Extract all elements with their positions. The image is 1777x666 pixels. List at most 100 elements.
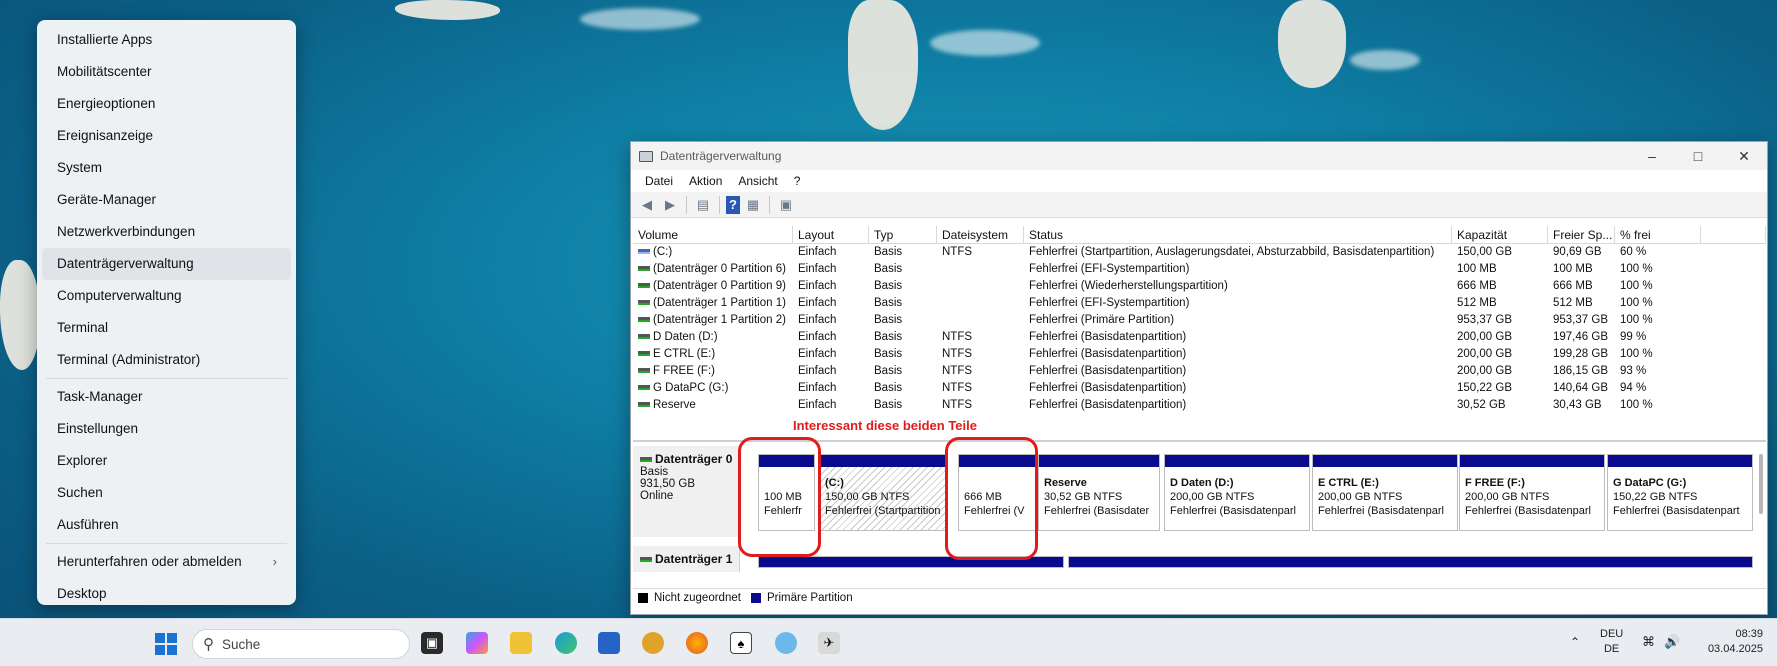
table-row[interactable]: D Daten (D:) Einfach Basis NTFS Fehlerfrei (…: [633, 329, 1766, 346]
cell-capacity: 100 MB: [1457, 263, 1497, 275]
disk0-info[interactable]: Datenträger 0 Basis 931,50 GB Online: [633, 446, 740, 537]
column-header-type[interactable]: Typ: [869, 226, 937, 243]
menu-item-system[interactable]: System: [42, 152, 291, 184]
column-header-filesystem[interactable]: Dateisystem: [937, 226, 1024, 243]
menu-help[interactable]: ?: [786, 170, 809, 192]
maximize-icon[interactable]: □: [1675, 142, 1721, 170]
menu-item-terminal-admin[interactable]: Terminal (Administrator): [42, 344, 291, 376]
table-row[interactable]: (Datenträger 0 Partition 6) Einfach Basis F…: [633, 261, 1766, 278]
disk1-info[interactable]: Datenträger 1: [633, 546, 740, 572]
cell-volume: D Daten (D:): [633, 329, 793, 346]
menu-item-run[interactable]: Ausführen: [42, 509, 291, 541]
column-header-layout[interactable]: Layout: [793, 226, 869, 243]
title-bar[interactable]: Datenträgerverwaltung – □ ✕: [631, 142, 1767, 170]
partition-reserve[interactable]: Reserve 30,52 GB NTFS Fehlerfrei (Basisd…: [1038, 454, 1160, 531]
menu-item-computer-management[interactable]: Computerverwaltung: [42, 280, 291, 312]
menu-item-settings[interactable]: Einstellungen: [42, 413, 291, 445]
graph-scrollbar[interactable]: [1759, 454, 1763, 514]
store-icon[interactable]: [598, 632, 620, 654]
close-icon[interactable]: ✕: [1721, 142, 1767, 170]
column-header-status[interactable]: Status: [1024, 226, 1452, 243]
toolbar-separator: [719, 195, 720, 214]
menu-item-event-viewer[interactable]: Ereignisanzeige: [42, 120, 291, 152]
properties-icon[interactable]: ▦: [743, 196, 763, 214]
annotation-ring-efi: [738, 437, 821, 557]
volume-list: Volume Layout Typ Dateisystem Status Kap…: [633, 226, 1766, 416]
disk1-partition-2-bar[interactable]: [1068, 556, 1753, 568]
task-view-icon[interactable]: ▣: [421, 632, 443, 654]
wifi-icon[interactable]: ⌘: [1642, 634, 1655, 649]
menu-item-search[interactable]: Suchen: [42, 477, 291, 509]
menu-item-shutdown[interactable]: Herunterfahren oder abmelden ›: [42, 546, 291, 578]
firefox-icon[interactable]: [686, 632, 708, 654]
console-tree-icon[interactable]: ▤: [693, 196, 713, 214]
table-row[interactable]: G DataPC (G:) Einfach Basis NTFS Fehlerfrei …: [633, 380, 1766, 397]
menu-item-device-manager[interactable]: Geräte-Manager: [42, 184, 291, 216]
cell-percent-free: 93 %: [1620, 365, 1647, 377]
column-header-capacity[interactable]: Kapazität: [1452, 226, 1548, 243]
view-icon[interactable]: ▣: [776, 196, 796, 214]
table-row[interactable]: (Datenträger 1 Partition 2) Einfach Basis F…: [633, 312, 1766, 329]
cell-layout: Einfach: [798, 348, 837, 360]
partition-g[interactable]: G DataPC (G:) 150,22 GB NTFS Fehlerfrei …: [1607, 454, 1753, 531]
column-header-volume[interactable]: Volume: [633, 226, 793, 243]
menu-item-explorer[interactable]: Explorer: [42, 445, 291, 477]
edge-icon[interactable]: [555, 632, 577, 654]
clock[interactable]: 08:39 03.04.2025: [1708, 627, 1763, 657]
menu-item-power-options[interactable]: Energieoptionen: [42, 88, 291, 120]
disk-icon: [640, 557, 652, 563]
taskbar-search[interactable]: ⚲ Suche: [192, 629, 410, 659]
forward-arrow-icon[interactable]: ▶: [660, 196, 680, 214]
minimize-icon[interactable]: –: [1629, 142, 1675, 170]
primary-partition-bar: [1165, 455, 1309, 467]
menu-item-desktop[interactable]: Desktop: [42, 578, 291, 610]
column-header-percent-free[interactable]: % frei: [1615, 226, 1701, 243]
copilot-icon[interactable]: [466, 632, 488, 654]
menu-action[interactable]: Aktion: [681, 170, 730, 192]
menu-file[interactable]: Datei: [637, 170, 681, 192]
cell-filesystem: NTFS: [942, 365, 973, 377]
menu-item-terminal[interactable]: Terminal: [42, 312, 291, 344]
cell-free-space: 953,37 GB: [1553, 314, 1608, 326]
menu-separator: [46, 543, 287, 544]
cell-volume: G DataPC (G:): [633, 380, 793, 397]
partition-d[interactable]: D Daten (D:) 200,00 GB NTFS Fehlerfrei (…: [1164, 454, 1310, 531]
partition-c[interactable]: (C:) 150,00 GB NTFS Fehlerfrei (Startpar…: [819, 454, 948, 531]
table-row[interactable]: (Datenträger 1 Partition 1) Einfach Basis F…: [633, 295, 1766, 312]
search-placeholder: Suche: [222, 636, 261, 652]
cell-free-space: 90,69 GB: [1553, 246, 1602, 258]
menu-item-task-manager[interactable]: Task-Manager: [42, 381, 291, 413]
cell-percent-free: 100 %: [1620, 263, 1653, 275]
cell-type: Basis: [874, 365, 903, 377]
clock-date: 03.04.2025: [1707, 643, 1763, 655]
solitaire-icon[interactable]: ♠: [730, 632, 752, 654]
primary-partition-bar: [820, 455, 947, 467]
pinned-app-icon[interactable]: ✈: [818, 632, 840, 654]
annotation-text: Interessant diese beiden Teile: [793, 418, 977, 433]
menu-item-mobility-center[interactable]: Mobilitätscenter: [42, 56, 291, 88]
column-header-free-space[interactable]: Freier Sp...: [1548, 226, 1615, 243]
menu-item-installed-apps[interactable]: Installierte Apps: [42, 24, 291, 56]
paint-app-icon[interactable]: [775, 632, 797, 654]
table-row[interactable]: (Datenträger 0 Partition 9) Einfach Basis F…: [633, 278, 1766, 295]
globe-app-icon[interactable]: [642, 632, 664, 654]
volume-icon[interactable]: 🔊: [1664, 634, 1680, 649]
file-explorer-icon[interactable]: [510, 632, 532, 654]
partition-f[interactable]: F FREE (F:) 200,00 GB NTFS Fehlerfrei (B…: [1459, 454, 1605, 531]
cell-volume: (Datenträger 0 Partition 6): [633, 261, 793, 278]
partition-text: Reserve 30,52 GB NTFS Fehlerfrei (Basisd…: [1044, 477, 1150, 517]
menu-item-disk-management[interactable]: Datenträgerverwaltung: [42, 248, 291, 280]
partition-e[interactable]: E CTRL (E:) 200,00 GB NTFS Fehlerfrei (B…: [1312, 454, 1458, 531]
help-icon[interactable]: ?: [726, 195, 740, 214]
table-row[interactable]: E CTRL (E:) Einfach Basis NTFS Fehlerfrei (B…: [633, 346, 1766, 363]
cell-layout: Einfach: [798, 365, 837, 377]
menu-item-network-connections[interactable]: Netzwerkverbindungen: [42, 216, 291, 248]
table-row[interactable]: Reserve Einfach Basis NTFS Fehlerfrei (Basis…: [633, 397, 1766, 414]
menu-view[interactable]: Ansicht: [730, 170, 785, 192]
back-arrow-icon[interactable]: ◀: [637, 196, 657, 214]
chevron-up-icon[interactable]: ⌃: [1570, 635, 1580, 650]
table-row[interactable]: (C:) Einfach Basis NTFS Fehlerfrei (Startpar…: [633, 244, 1766, 261]
table-row[interactable]: F FREE (F:) Einfach Basis NTFS Fehlerfrei (B…: [633, 363, 1766, 380]
language-indicator[interactable]: DEU DE: [1600, 627, 1623, 657]
start-windows-icon[interactable]: [155, 633, 177, 655]
